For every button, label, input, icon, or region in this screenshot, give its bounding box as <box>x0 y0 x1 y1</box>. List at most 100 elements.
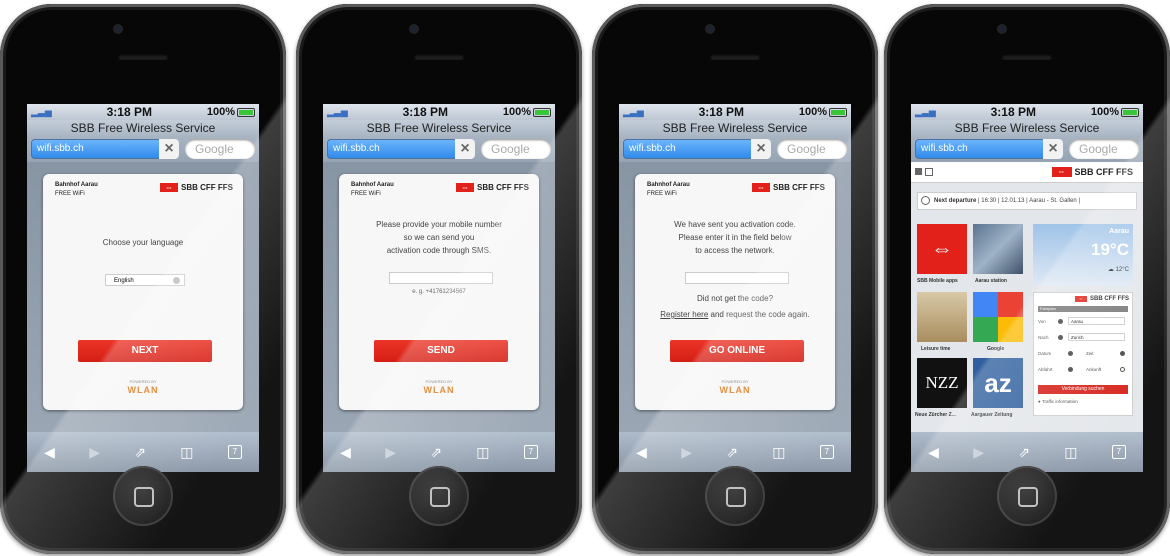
station-name: Bahnhof Aarau <box>351 182 394 188</box>
home-button[interactable] <box>705 466 765 526</box>
share-icon[interactable]: ⇗ <box>430 444 442 461</box>
tabs-icon[interactable]: 7 <box>819 445 834 459</box>
view-grid-icon[interactable] <box>915 168 922 175</box>
status-time: 3:18 PM <box>402 105 448 119</box>
google-tile[interactable] <box>973 292 1023 342</box>
search-field[interactable]: Google <box>481 139 551 159</box>
send-button[interactable]: SEND <box>374 340 508 362</box>
clear-url-icon[interactable]: × <box>455 139 475 159</box>
mobile-number-input[interactable] <box>389 272 493 284</box>
signal-icon: ▂▃▅ <box>327 106 348 117</box>
battery-icon <box>828 107 847 117</box>
share-icon[interactable]: ⇗ <box>134 444 146 461</box>
page-title: SBB Free Wireless Service <box>323 120 555 136</box>
to-input[interactable]: Zurich <box>1068 333 1125 341</box>
activation-code-input[interactable] <box>685 272 789 284</box>
to-toggle-icon[interactable] <box>1058 335 1063 340</box>
search-field[interactable]: Google <box>185 139 255 159</box>
forward-icon[interactable]: ▶ <box>89 444 100 461</box>
depart-radio[interactable] <box>1068 367 1073 372</box>
tabs-icon[interactable]: 7 <box>227 445 242 459</box>
battery-percent: 100% <box>502 106 531 118</box>
portal-header: ⇔ SBB CFF FFS <box>911 162 1143 183</box>
station-name: Bahnhof Aarau <box>55 182 98 188</box>
nzz-tile[interactable]: NZZ <box>917 358 967 408</box>
forward-icon[interactable]: ▶ <box>973 444 984 461</box>
time-picker-icon[interactable] <box>1120 351 1125 356</box>
from-input[interactable]: Aarau <box>1068 317 1125 325</box>
url-field[interactable]: wifi.sbb.ch × <box>915 139 1063 159</box>
back-icon[interactable]: ◀ <box>636 444 647 461</box>
url-field[interactable]: wifi.sbb.ch × <box>623 139 771 159</box>
bookmarks-icon[interactable]: ◫ <box>772 444 785 461</box>
wifi-subtitle: FREE WiFi <box>55 191 85 197</box>
depart-label: Abfahrt <box>1038 367 1053 372</box>
next-button[interactable]: NEXT <box>78 340 212 362</box>
tabs-icon[interactable]: 7 <box>523 445 538 459</box>
sbb-mobile-apps-tile[interactable]: ⇔ <box>917 224 967 274</box>
screen-portal: ▂▃▅ 3:18 PM 100% SBB Free Wireless Servi… <box>911 104 1143 472</box>
page-title: SBB Free Wireless Service <box>619 120 851 136</box>
search-field[interactable]: Google <box>1069 139 1139 159</box>
select-arrow-icon <box>173 277 180 284</box>
bookmarks-icon[interactable]: ◫ <box>180 444 193 461</box>
home-button[interactable] <box>997 466 1057 526</box>
page-title: SBB Free Wireless Service <box>27 120 259 136</box>
back-icon[interactable]: ◀ <box>340 444 351 461</box>
home-button[interactable] <box>113 466 173 526</box>
back-icon[interactable]: ◀ <box>44 444 55 461</box>
url-field[interactable]: wifi.sbb.ch × <box>31 139 179 159</box>
weather-temp: 19°C <box>1091 240 1129 259</box>
phone-1: ▂▃▅ 3:18 PM 100% SBB Free Wireless Servi… <box>0 4 286 554</box>
time-label: Zeit <box>1086 351 1094 356</box>
back-icon[interactable]: ◀ <box>928 444 939 461</box>
sbb-logo: ⇔ SBB CFF FFS <box>1075 296 1129 302</box>
earpiece-speaker <box>1002 54 1052 60</box>
sbb-flag-icon: ⇔ <box>752 183 770 192</box>
station-name: Bahnhof Aarau <box>647 182 690 188</box>
leisure-time-tile[interactable] <box>917 292 967 342</box>
forward-icon[interactable]: ▶ <box>385 444 396 461</box>
tile-label: Aargauer Zeitung <box>971 412 1013 418</box>
language-select[interactable]: English <box>105 274 185 286</box>
wlan-logo: WLAN <box>127 385 159 395</box>
weather-secondary-temp: ☁ 12°C <box>1107 267 1129 273</box>
from-toggle-icon[interactable] <box>1058 319 1063 324</box>
date-picker-icon[interactable] <box>1068 351 1073 356</box>
clear-url-icon[interactable]: × <box>1043 139 1063 159</box>
url-field[interactable]: wifi.sbb.ch × <box>327 139 475 159</box>
register-line: Register here and request the code again… <box>660 310 810 319</box>
traffic-info-link[interactable]: ● Traffic information <box>1038 399 1078 404</box>
battery-percent: 100% <box>1090 106 1119 118</box>
weather-widget[interactable]: Aarau 19°C ☁ 12°C <box>1033 224 1133 286</box>
aarau-station-tile[interactable] <box>973 224 1023 274</box>
search-field[interactable]: Google <box>777 139 847 159</box>
az-tile[interactable]: az <box>973 358 1023 408</box>
powered-by: POWERED BY <box>721 379 749 384</box>
share-icon[interactable]: ⇗ <box>726 444 738 461</box>
view-list-icon[interactable] <box>925 168 933 176</box>
clear-url-icon[interactable]: × <box>159 139 179 159</box>
bookmarks-icon[interactable]: ◫ <box>1064 444 1077 461</box>
status-bar: ▂▃▅ 3:18 PM 100% <box>619 104 851 120</box>
powered-by: POWERED BY <box>425 379 453 384</box>
sbb-flag-icon: ⇔ <box>1051 167 1072 177</box>
bookmarks-icon[interactable]: ◫ <box>476 444 489 461</box>
wifi-card: Bahnhof Aarau FREE WiFi ⇔ SBB CFF FFS Cho… <box>43 174 243 410</box>
number-example: e. g. +41761234567 <box>412 289 466 295</box>
clear-url-icon[interactable]: × <box>751 139 771 159</box>
forward-icon[interactable]: ▶ <box>681 444 692 461</box>
tabs-icon[interactable]: 7 <box>1111 445 1126 459</box>
home-button[interactable] <box>409 466 469 526</box>
front-camera <box>409 24 419 34</box>
date-label: Datum <box>1038 351 1052 356</box>
next-departure-bar[interactable]: Next departure | 16:30 | 12.01.13 | Aara… <box>917 192 1137 210</box>
battery-icon <box>532 107 551 117</box>
register-link[interactable]: Register here <box>660 310 708 319</box>
arrive-radio[interactable] <box>1120 367 1125 372</box>
signal-icon: ▂▃▅ <box>915 106 936 117</box>
search-connection-button[interactable]: Verbindung suchen <box>1038 385 1128 394</box>
share-icon[interactable]: ⇗ <box>1018 444 1030 461</box>
go-online-button[interactable]: GO ONLINE <box>670 340 804 362</box>
screen-language: ▂▃▅ 3:18 PM 100% SBB Free Wireless Servi… <box>27 104 259 472</box>
